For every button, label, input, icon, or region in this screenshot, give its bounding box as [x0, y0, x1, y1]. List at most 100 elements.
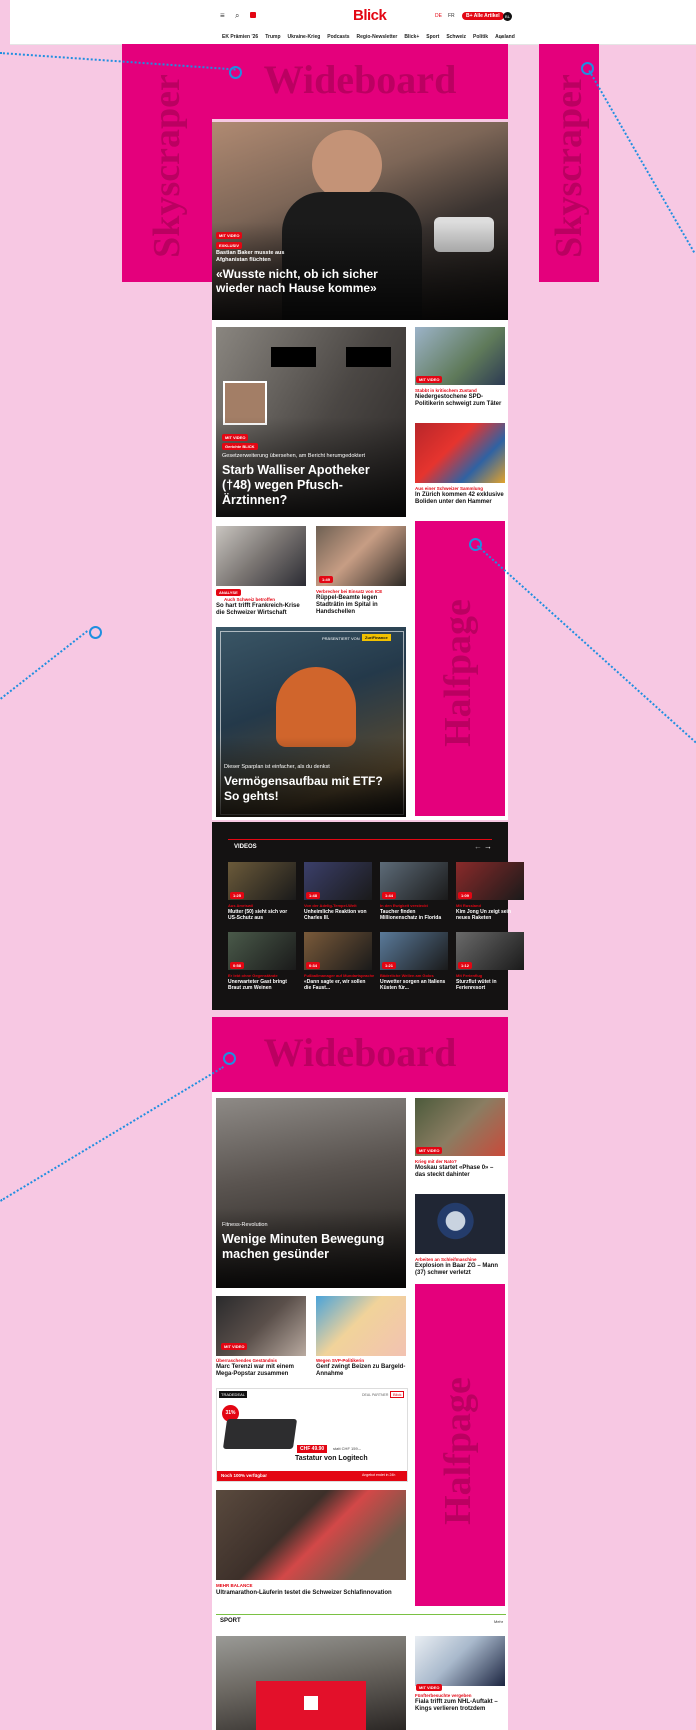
halfpage-ad-1[interactable]: Halfpage: [415, 521, 505, 816]
video-kicker: In den Ewigkeit versteckt: [380, 903, 428, 908]
side4-image: [415, 1194, 505, 1254]
video-card[interactable]: 1:25 Aus Amriswil Mutter (50) sieht sich v…: [228, 862, 296, 928]
video-card[interactable]: 1:09 Mit Russland Kim Jong Un zeigt sein n…: [456, 862, 524, 928]
avatar[interactable]: BL: [503, 12, 512, 21]
lead-kicker: Gesetzerweiterung übersehen, am Bericht …: [222, 453, 366, 459]
side4-title: Explosion in Baar ZG – Mann (37) schwer …: [415, 1263, 499, 1276]
video-title: Kim Jong Un zeigt sein neues Raketen: [456, 909, 512, 921]
video-badge: MIT VIDEO: [222, 434, 249, 441]
nav-item[interactable]: Ukraine-Krieg: [288, 34, 321, 40]
video-badge: MIT VIDEO: [416, 1147, 443, 1154]
side2-kicker: Aus einer Schweizer Sammlung: [415, 486, 484, 491]
video-card[interactable]: 1:48 Von der Adelig-Tempel-Welt Unheimlich…: [304, 862, 372, 928]
nav-item[interactable]: Regio-Newsletter: [357, 34, 398, 40]
exclusive-badge: EXKLUSIV: [216, 242, 243, 249]
all-articles-button[interactable]: B+ Alle Artikel: [462, 12, 504, 20]
side-article-1[interactable]: MIT VIDEO Stabbt in kritischem Zustand N…: [415, 327, 505, 412]
annotation-marker: [581, 62, 594, 75]
health-kicker: MEHR BALANCE: [216, 1583, 253, 1588]
video-title: Unwetter sorgen an Italiens Küsten für..…: [380, 979, 446, 991]
health-title: Ultramarathon-Läuferin testet die Schwei…: [216, 1590, 392, 1596]
video-card[interactable]: 0:34 Fußballmanager auf Mundartsprache «Da…: [304, 932, 374, 998]
side-article-3[interactable]: MIT VIDEO Krieg mit der Nato? Moskau sta…: [415, 1098, 505, 1183]
chevron-right-icon[interactable]: ›: [500, 32, 503, 41]
main-nav: EK Prämien '26 Trump Ukraine-Krieg Podcasts…: [10, 30, 696, 45]
video-duration: 1:44: [382, 892, 397, 899]
annotation-line: [0, 1066, 224, 1202]
deal-ends: Angebot endet in 24h: [362, 1473, 396, 1477]
small-article-1[interactable]: ANALYSE Auch Schweiz betroffen So hart t…: [216, 526, 306, 621]
small-article-3[interactable]: MIT VIDEO Überraschendes Geständnis Marc…: [216, 1296, 306, 1381]
deal-partner: DEAL PARTNER: [362, 1393, 389, 1397]
annotation-marker: [229, 66, 242, 79]
arrow-left-icon[interactable]: ←: [474, 842, 482, 851]
skyscraper-ad-right[interactable]: Skyscraper: [539, 44, 599, 282]
nav-item[interactable]: Schweiz: [446, 34, 466, 40]
category-badge: Gerichte BLICK: [222, 443, 258, 450]
video-card[interactable]: 1:21 Bäderliche Wellen am Golos Unwetter s…: [380, 932, 448, 998]
halfpage-ad-2[interactable]: Halfpage: [415, 1284, 505, 1606]
small-article-2[interactable]: 1:49 Verbrecher bei Einsatz von ICE Rüpp…: [316, 526, 406, 621]
video-title: Taucher finden Millionenschatz in Florid…: [380, 909, 442, 921]
side-article-2[interactable]: Aus einer Schweizer Sammlung In Zürich k…: [415, 423, 505, 518]
side3-title: Moskau startet «Phase 0» – das steckt da…: [415, 1165, 494, 1178]
video-title: Unerwarteter Gast bringt Braut zum Weine…: [228, 979, 287, 991]
nav-items: EK Prämien '26 Trump Ukraine-Krieg Podcasts…: [222, 30, 518, 44]
video-card[interactable]: 1:12 Mit Ferienflug Sturzflut wütet in Fer…: [456, 932, 524, 998]
video-card[interactable]: 1:44 In den Ewigkeit versteckt Taucher fin…: [380, 862, 448, 928]
nav-item[interactable]: EK Prämien '26: [222, 34, 258, 40]
skyscraper-label: Skyscraper: [146, 74, 188, 258]
search-icon[interactable]: ⌕: [235, 11, 239, 21]
nav-item[interactable]: Ausland: [495, 34, 515, 40]
deal-partner-brand: Blick: [390, 1391, 405, 1398]
small1-title: So hart trifft Frankreich-Krise die Schw…: [216, 603, 300, 616]
flag-icon[interactable]: [250, 12, 256, 18]
video-title: Sturzflut wütet in Ferienresort: [456, 979, 497, 991]
person-shape: [276, 667, 356, 747]
nav-item[interactable]: Podcasts: [327, 34, 349, 40]
nav-item[interactable]: Trump: [265, 34, 280, 40]
video-duration: 1:09: [458, 892, 473, 899]
nav-item[interactable]: Sport: [426, 34, 439, 40]
video-card[interactable]: 0:58 Er lebt ohne Gegenstände Unerwarteter…: [228, 932, 296, 998]
annotation-line: [588, 70, 695, 253]
video-badge: MIT VIDEO: [416, 376, 443, 383]
annotation-line: [0, 630, 88, 700]
sponsor-label: PRÄSENTIERT VON: [322, 636, 360, 641]
skyscraper-ad-left[interactable]: Skyscraper: [122, 44, 212, 282]
sport-more-link[interactable]: Mehr: [494, 1619, 503, 1624]
small2-title: Rüppel-Beamte legen Stadträtin im Spital…: [316, 595, 378, 615]
small4-title: Genf zwingt Beizen zu Bargeld-Annahme: [316, 1364, 406, 1377]
wideboard-ad-top[interactable]: Wideboard: [212, 44, 508, 119]
video-title: Mutter (50) sieht sich vor US-Schutz aus: [228, 909, 288, 921]
lang-de[interactable]: DE: [435, 13, 442, 19]
censor-bar-right: [346, 347, 391, 367]
side-article-4[interactable]: Arbeiten an Schleifmaschine Explosion in…: [415, 1194, 505, 1284]
video-duration: 1:25: [230, 892, 245, 899]
promo-article[interactable]: PRÄSENTIERT VON ZuriFinance Dieser Sparp…: [216, 627, 406, 817]
fitness-article[interactable]: Fitness-Revolution Wenige Minuten Bewegu…: [216, 1098, 406, 1288]
menu-icon[interactable]: ≡: [220, 11, 225, 20]
sponsor-brand[interactable]: ZuriFinance: [362, 634, 391, 641]
video-badge: MIT VIDEO: [216, 232, 243, 239]
nav-item[interactable]: Blick+: [404, 34, 419, 40]
blick-logo[interactable]: Blick: [353, 7, 389, 25]
deal-price: CHF 49.90: [297, 1445, 328, 1453]
sport-heading: SPORT: [220, 1618, 241, 1624]
video-title: «Dann sagte er, wir sollen die Faust...: [304, 979, 366, 991]
sport-side-article[interactable]: MIT VIDEO Fünfterbesuchte vergeben Fiala…: [415, 1636, 505, 1726]
lead-article[interactable]: MIT VIDEO Gerichte BLICK Gesetzerweiteru…: [216, 327, 406, 517]
nav-item[interactable]: Politik: [473, 34, 488, 40]
hero-article[interactable]: MIT VIDEO EXKLUSIV Bastian Baker musste …: [212, 122, 508, 320]
wideboard-ad-mid[interactable]: Wideboard: [212, 1017, 508, 1092]
video-duration: 1:12: [458, 962, 473, 969]
arrow-right-icon[interactable]: →: [484, 842, 492, 851]
duration-badge: 1:49: [319, 576, 334, 583]
video-duration: 1:21: [382, 962, 397, 969]
lang-fr[interactable]: FR: [448, 13, 455, 19]
health-article[interactable]: MEHR BALANCE Ultramarathon-Läuferin test…: [216, 1490, 406, 1612]
video-kicker: Bäderliche Wellen am Golos: [380, 973, 434, 978]
sport-lead-article[interactable]: [216, 1636, 406, 1730]
small-article-4[interactable]: Wegen SVP-Politikerin Genf zwingt Beizen…: [316, 1296, 406, 1381]
deal-card[interactable]: TRADEDEAL DEAL PARTNER Blick 31% CHF 49.…: [216, 1388, 408, 1482]
